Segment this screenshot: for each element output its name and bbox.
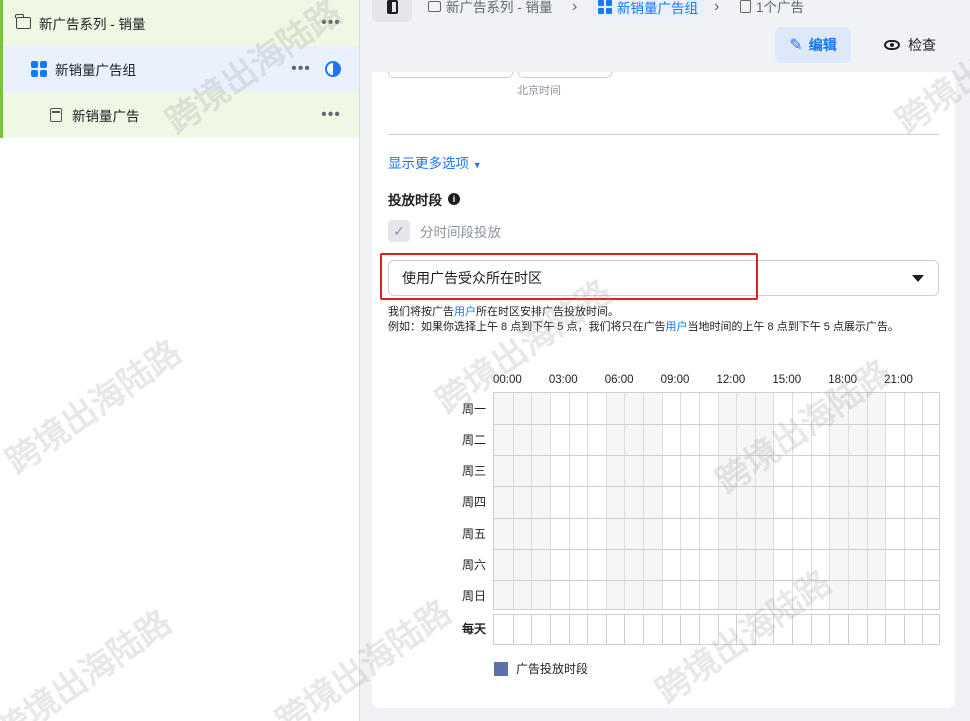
timezone-explanation: 我们将按广告用户所在时区安排广告投放时间。 例如：如果你选择上午 8 点到下午 … (388, 306, 899, 333)
tree-item-label: 新销量广告组 (55, 63, 136, 78)
hour-label: 21:00 (884, 374, 913, 386)
tree-item-ad[interactable]: 新销量广告 ••• (0, 92, 359, 138)
day-label: 周一 (461, 402, 486, 416)
folder-icon (428, 0, 441, 12)
checkbox-label: 分时间段投放 (420, 225, 501, 240)
campaign-tree: 新广告系列 - 销量 ••• 新销量广告组 ••• 新销量广告 ••• (0, 0, 360, 721)
timezone-note: 北京时间 (517, 85, 561, 97)
hour-label: 03:00 (548, 374, 578, 386)
hour-label: 18:00 (828, 374, 858, 386)
hour-labels: 00:00 03:00 06:00 09:00 12:00 15:00 18:00 21:00 (493, 374, 940, 388)
schedule-card: 北京时间 显示更多选项 ▼ 投放时段 i ✓ 分时间段投放 使用广告受众所在时区… (372, 72, 955, 708)
tree-item-adset[interactable]: 新销量广告组 ••• (0, 46, 359, 92)
checkbox[interactable]: ✓ (388, 220, 410, 242)
hour-label: 00:00 (493, 374, 522, 386)
info-icon[interactable]: i (448, 193, 460, 205)
folder-icon (15, 14, 31, 31)
show-more-options-link[interactable]: 显示更多选项 ▼ (388, 152, 482, 172)
everyday-row[interactable] (493, 614, 940, 645)
tree-item-label: 新销量广告 (72, 109, 140, 124)
pencil-icon: ✎ (789, 37, 803, 54)
panel-icon (386, 0, 398, 14)
hour-label: 15:00 (772, 374, 802, 386)
legend-swatch (494, 661, 508, 676)
day-label: 周二 (461, 433, 486, 448)
breadcrumb-campaign[interactable]: 新广告系列 - 销量 (428, 0, 553, 16)
legend: 广告投放时段 (494, 660, 588, 677)
check-icon: ✓ (393, 222, 405, 239)
user-link[interactable]: 用户 (454, 306, 476, 318)
highlight-box (380, 253, 758, 300)
adset-grid-icon (598, 0, 612, 14)
ad-document-icon (48, 107, 64, 123)
everyday-label: 每天 (461, 622, 486, 636)
chevron-right-icon: › (572, 0, 578, 15)
hour-label: 09:00 (660, 374, 690, 386)
edit-button-label: 编辑 (808, 37, 837, 53)
hour-label: 12:00 (716, 374, 746, 386)
breadcrumb-adset[interactable]: 新销量广告组 (592, 0, 704, 18)
day-label: 周三 (461, 464, 486, 479)
caret-down-icon: ▼ (472, 160, 482, 170)
breadcrumb-label: 新广告系列 - 销量 (446, 0, 553, 15)
end-date-input[interactable] (388, 72, 513, 78)
schedule-checkbox-row[interactable]: ✓ 分时间段投放 (388, 220, 501, 242)
dropdown-caret-icon (912, 275, 924, 282)
legend-label: 广告投放时段 (516, 662, 589, 676)
breadcrumb-label: 1个广告 (756, 0, 805, 15)
top-bar: 新广告系列 - 销量 › 新销量广告组 › 1个广告 ✎ 编辑 检查 (360, 0, 970, 72)
status-half-circle-icon[interactable] (325, 61, 341, 77)
tree-item-campaign[interactable]: 新广告系列 - 销量 ••• (0, 0, 359, 46)
review-button-label: 检查 (908, 37, 936, 53)
chevron-right-icon: › (714, 0, 720, 15)
divider (388, 134, 939, 135)
end-time-input[interactable] (518, 72, 612, 78)
adset-grid-icon (31, 61, 47, 77)
edit-button[interactable]: ✎ 编辑 (775, 27, 851, 63)
day-label: 周日 (461, 588, 486, 603)
day-label: 周五 (461, 526, 486, 541)
day-label: 周四 (461, 495, 486, 510)
more-options-icon[interactable]: ••• (321, 14, 341, 32)
more-options-icon[interactable]: ••• (321, 106, 341, 124)
schedule-grid[interactable] (493, 392, 940, 610)
eye-icon (884, 40, 900, 50)
schedule-title: 投放时段 i (388, 189, 460, 209)
day-label: 周六 (461, 557, 486, 572)
ad-document-icon (740, 0, 751, 13)
breadcrumb-ad[interactable]: 1个广告 (740, 0, 804, 16)
hour-label: 06:00 (604, 374, 634, 386)
tree-item-label: 新广告系列 - 销量 (39, 17, 146, 32)
breadcrumb-label: 新销量广告组 (617, 1, 698, 16)
more-options-icon[interactable]: ••• (291, 60, 311, 78)
toggle-panel-button[interactable] (372, 0, 412, 22)
user-link[interactable]: 用户 (665, 321, 687, 333)
review-button[interactable]: 检查 (865, 27, 955, 63)
